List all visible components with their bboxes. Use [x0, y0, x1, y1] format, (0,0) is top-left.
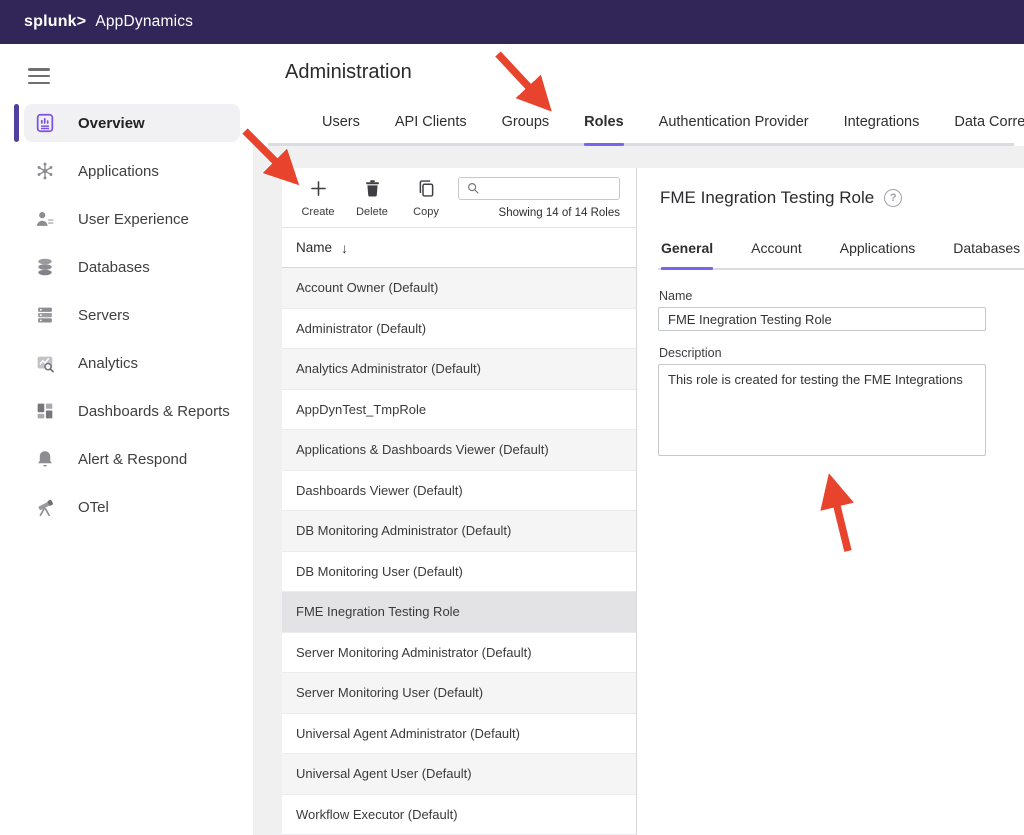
dashboards-reports-icon — [32, 399, 58, 423]
analytics-icon — [32, 351, 58, 375]
role-description-textarea[interactable]: This role is created for testing the FME… — [658, 364, 986, 456]
role-row[interactable]: Administrator (Default) — [282, 309, 636, 350]
product-name: AppDynamics — [95, 13, 193, 31]
sidebar-item-label: Servers — [78, 307, 130, 324]
role-name-input[interactable] — [658, 307, 986, 331]
detail-tabs: General Account Applications Databases — [661, 240, 1020, 270]
role-row[interactable]: Server Monitoring User (Default) — [282, 673, 636, 714]
admin-tab-roles[interactable]: Roles — [584, 114, 624, 146]
sidebar-nav: Overview Applications User Experience Da… — [0, 104, 250, 526]
role-row[interactable]: DB Monitoring Administrator (Default) — [282, 511, 636, 552]
servers-icon — [32, 303, 58, 327]
search-icon — [466, 181, 480, 195]
detail-tab-account[interactable]: Account — [751, 240, 802, 270]
sidebar-item-label: OTel — [78, 499, 109, 516]
admin-tab-integrations[interactable]: Integrations — [844, 114, 920, 146]
sidebar-item-label: Analytics — [78, 355, 138, 372]
create-button-label: Create — [301, 206, 334, 218]
role-detail-panel: FME Inegration Testing Role ? General Acc… — [637, 168, 1024, 835]
hamburger-menu-icon[interactable] — [28, 68, 50, 84]
delete-button[interactable]: Delete — [350, 178, 394, 218]
help-icon[interactable]: ? — [884, 189, 902, 207]
search-box[interactable] — [458, 177, 620, 200]
sidebar-item-label: Dashboards & Reports — [78, 403, 230, 420]
role-row[interactable]: Server Monitoring Administrator (Default… — [282, 633, 636, 674]
app-header: splunk> AppDynamics — [0, 0, 1024, 44]
copy-button[interactable]: Copy — [404, 178, 448, 218]
detail-title-row: FME Inegration Testing Role ? — [660, 188, 902, 208]
content-gutter — [253, 146, 282, 835]
role-row[interactable]: Workflow Executor (Default) — [282, 795, 636, 835]
role-row[interactable]: DB Monitoring User (Default) — [282, 552, 636, 593]
admin-tab-data-correlation[interactable]: Data Correlation — [954, 114, 1024, 146]
name-column-label: Name — [296, 240, 332, 255]
sidebar-item-label: Databases — [78, 259, 150, 276]
detail-tab-general[interactable]: General — [661, 240, 713, 270]
sidebar-item-label: Alert & Respond — [78, 451, 187, 468]
role-row[interactable]: Applications & Dashboards Viewer (Defaul… — [282, 430, 636, 471]
sidebar-item-overview[interactable]: Overview — [24, 104, 240, 142]
delete-button-label: Delete — [356, 206, 388, 218]
brand-logo[interactable]: splunk> AppDynamics — [24, 13, 193, 31]
user-experience-icon — [32, 207, 58, 231]
role-row[interactable]: FME Inegration Testing Role — [282, 592, 636, 633]
content-divider-band — [268, 146, 1024, 168]
copy-icon — [416, 178, 437, 204]
roles-list: Account Owner (Default)Administrator (De… — [282, 268, 636, 835]
create-button[interactable]: Create — [296, 178, 340, 218]
otel-telescope-icon — [32, 495, 58, 519]
sidebar-item-alert-respond[interactable]: Alert & Respond — [24, 440, 240, 478]
databases-icon — [32, 255, 58, 279]
roles-column-header: Name ↓ — [282, 228, 636, 268]
role-row[interactable]: Universal Agent Administrator (Default) — [282, 714, 636, 755]
name-field-label: Name — [659, 289, 692, 303]
admin-tabs: Users API Clients Groups Roles Authenticatio… — [322, 114, 1024, 146]
admin-tab-groups[interactable]: Groups — [502, 114, 550, 146]
role-row[interactable]: Dashboards Viewer (Default) — [282, 471, 636, 512]
sidebar-item-label: Overview — [78, 115, 145, 132]
sidebar-item-applications[interactable]: Applications — [24, 152, 240, 190]
trash-icon — [362, 178, 383, 204]
role-row[interactable]: AppDynTest_TmpRole — [282, 390, 636, 431]
splunk-logo-text: splunk> — [24, 13, 86, 31]
page-title: Administration — [285, 61, 412, 84]
admin-tab-users[interactable]: Users — [322, 114, 360, 146]
alert-bell-icon — [32, 447, 58, 471]
detail-tab-applications[interactable]: Applications — [840, 240, 916, 270]
main-content: Administration Users API Clients Groups Rol… — [250, 44, 1024, 835]
role-row[interactable]: Analytics Administrator (Default) — [282, 349, 636, 390]
plus-icon — [308, 178, 329, 204]
sidebar-item-label: Applications — [78, 163, 159, 180]
admin-tab-api-clients[interactable]: API Clients — [395, 114, 467, 146]
roles-search: Showing 14 of 14 Roles — [458, 175, 620, 221]
role-detail-title: FME Inegration Testing Role — [660, 188, 874, 208]
sort-descending-icon[interactable]: ↓ — [341, 240, 348, 256]
results-count: Showing 14 of 14 Roles — [499, 207, 620, 219]
sidebar-item-user-experience[interactable]: User Experience — [24, 200, 240, 238]
sidebar-item-dashboards-reports[interactable]: Dashboards & Reports — [24, 392, 240, 430]
role-row[interactable]: Account Owner (Default) — [282, 268, 636, 309]
detail-tab-databases[interactable]: Databases — [953, 240, 1020, 270]
role-row[interactable]: Universal Agent User (Default) — [282, 754, 636, 795]
applications-icon — [32, 159, 58, 183]
roles-list-panel: Create Delete Copy — [282, 168, 637, 835]
overview-icon — [32, 111, 58, 135]
sidebar-item-servers[interactable]: Servers — [24, 296, 240, 334]
admin-tab-authentication-provider[interactable]: Authentication Provider — [659, 114, 809, 146]
copy-button-label: Copy — [413, 206, 439, 218]
sidebar-item-label: User Experience — [78, 211, 189, 228]
sidebar-item-databases[interactable]: Databases — [24, 248, 240, 286]
sidebar: Overview Applications User Experience Da… — [0, 44, 250, 835]
roles-toolbar: Create Delete Copy — [282, 168, 636, 228]
description-field-label: Description — [659, 346, 722, 360]
search-input[interactable] — [485, 181, 610, 195]
sidebar-item-analytics[interactable]: Analytics — [24, 344, 240, 382]
sidebar-item-otel[interactable]: OTel — [24, 488, 240, 526]
